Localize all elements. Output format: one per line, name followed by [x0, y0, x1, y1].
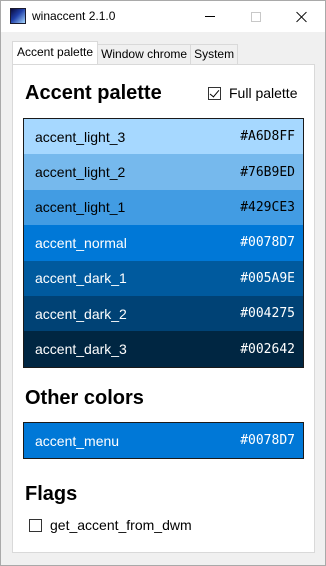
full-palette-checkbox[interactable]: Full palette — [208, 85, 297, 101]
color-swatch-row: accent_dark_3 #002642 — [24, 331, 303, 367]
color-hex: #0078D7 — [240, 235, 295, 251]
accent-palette-heading: Accent palette — [25, 82, 162, 104]
flags-heading: Flags — [25, 483, 78, 505]
app-window: winaccent 2.1.0 Accent palette Window ch… — [0, 0, 326, 566]
checkbox-unchecked-icon — [29, 518, 42, 532]
minimize-icon — [205, 16, 215, 17]
tab-window-chrome[interactable]: Window chrome — [97, 44, 192, 64]
tab-system[interactable]: System — [190, 44, 239, 64]
color-swatch-row: accent_menu #0078D7 — [24, 423, 303, 459]
maximize-icon — [251, 11, 261, 22]
color-hex: #002642 — [240, 341, 295, 357]
color-hex: #004275 — [240, 306, 295, 322]
other-colors-list: accent_menu #0078D7 — [23, 422, 304, 460]
color-name: accent_dark_1 — [35, 270, 127, 287]
tab-accent-palette[interactable]: Accent palette — [12, 41, 99, 64]
color-hex: #A6D8FF — [240, 129, 295, 145]
close-icon — [296, 11, 308, 23]
color-hex: #0078D7 — [240, 433, 295, 449]
color-name: accent_dark_2 — [35, 305, 127, 322]
title-bar[interactable]: winaccent 2.1.0 — [1, 1, 325, 32]
color-swatch-row: accent_light_3 #A6D8FF — [24, 119, 303, 155]
color-swatch-row: accent_light_2 #76B9ED — [24, 154, 303, 190]
app-icon — [10, 8, 26, 24]
color-name: accent_light_3 — [35, 128, 126, 145]
tab-panel: Accent palette Full palette accent_light… — [12, 64, 315, 553]
color-swatch-row: accent_normal #0078D7 — [24, 225, 303, 261]
window-title: winaccent 2.1.0 — [32, 9, 116, 23]
color-name: accent_normal — [35, 234, 127, 251]
flag-label: get_accent_from_dwm — [50, 517, 192, 533]
color-swatch-row: accent_dark_2 #004275 — [24, 295, 303, 332]
color-hex: #76B9ED — [240, 164, 295, 180]
color-name: accent_menu — [35, 432, 120, 449]
accent-palette-list: accent_light_3 #A6D8FF accent_light_2 #76B9… — [23, 118, 304, 368]
color-hex: #429CE3 — [240, 199, 295, 215]
close-button[interactable] — [279, 1, 325, 32]
full-palette-label: Full palette — [229, 85, 298, 101]
color-name: accent_dark_3 — [35, 341, 127, 358]
other-colors-heading: Other colors — [25, 387, 144, 409]
color-name: accent_light_2 — [35, 164, 126, 181]
color-swatch-row: accent_light_1 #429CE3 — [24, 189, 303, 226]
flag-get-accent-from-dwm[interactable]: get_accent_from_dwm — [29, 517, 192, 533]
tab-bar: Accent palette Window chrome System — [12, 41, 239, 64]
color-name: accent_light_1 — [35, 199, 126, 216]
minimize-button[interactable] — [187, 1, 233, 32]
maximize-button[interactable] — [233, 1, 279, 32]
checkbox-checked-icon — [208, 86, 221, 100]
color-hex: #005A9E — [240, 270, 295, 286]
color-swatch-row: accent_dark_1 #005A9E — [24, 260, 303, 296]
